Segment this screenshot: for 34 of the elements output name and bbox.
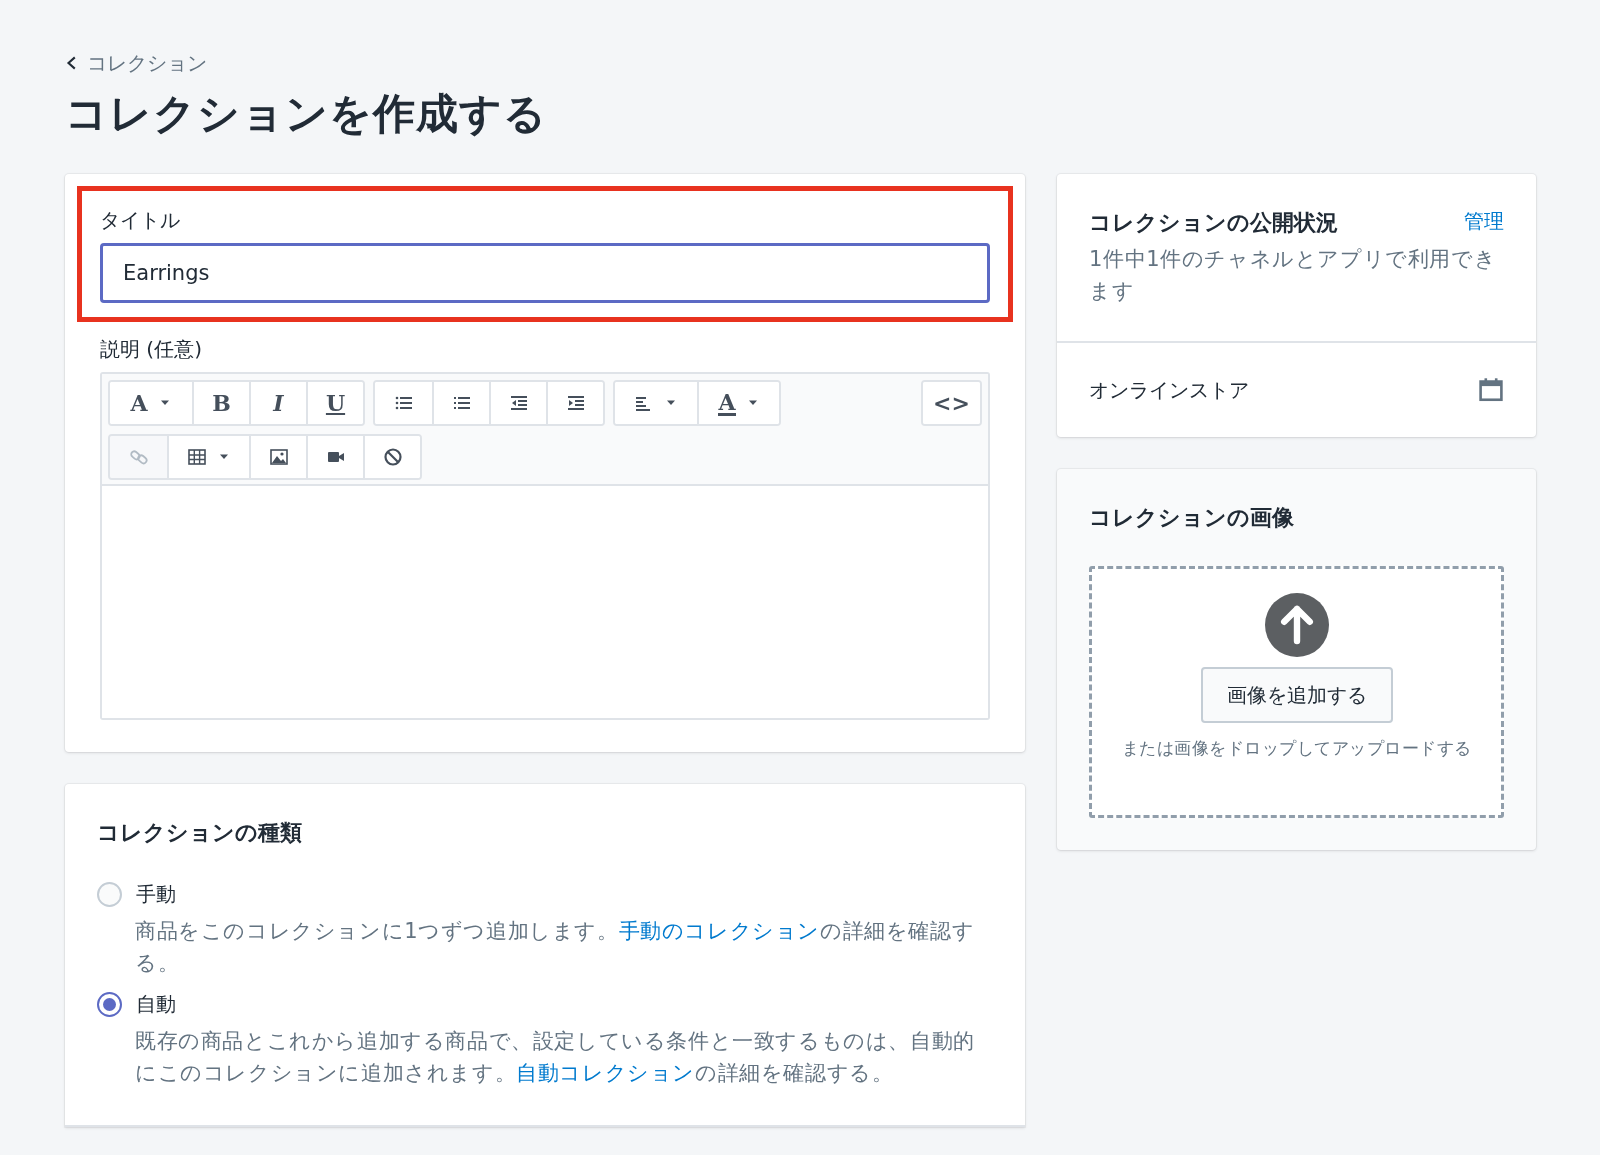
link-icon [128, 447, 149, 467]
back-link[interactable]: コレクション [65, 48, 207, 78]
toolbar-button[interactable]: A [697, 382, 779, 424]
field-label: タイトル [100, 207, 181, 234]
radio-option[interactable]: 手動 [97, 879, 993, 909]
add-image-button[interactable]: 画像を追加する [1200, 667, 1393, 723]
availability-summary: 1件中1件のチャネルとアプリで利用できます [1089, 246, 1498, 305]
title-input[interactable]: Earrings [100, 243, 990, 303]
toolbar-button[interactable]: U [306, 382, 363, 424]
image-drop-zone[interactable]: 画像を追加する または画像をドロップしてアップロードする [1089, 566, 1504, 818]
calendar-icon [1478, 377, 1504, 403]
section-heading: コレクションの画像 [1089, 504, 1295, 532]
help-link[interactable]: 手動のコレクション [618, 919, 820, 943]
section-heading: コレクションの公開状況 [1089, 209, 1338, 237]
toolbar-button[interactable]: <> [923, 382, 980, 424]
field-label: 説明 (任意) [100, 336, 203, 363]
manage-link[interactable]: 管理 [1464, 206, 1504, 236]
page-title: コレクションを作成する [65, 88, 548, 140]
toolbar-button[interactable] [546, 382, 603, 424]
option-description: 既存の商品とこれから追加する商品で、設定している条件と一致するものは、自動的にこのコレクションに追加されます。自動コレクション の詳細を確認する。 [135, 1028, 976, 1087]
drop-hint: または画像をドロップしてアップロードする [1120, 737, 1473, 760]
outdent-icon [508, 393, 529, 413]
toolbar-button[interactable] [363, 436, 420, 478]
option-description: 商品をこのコレクションに1つずつ追加します。手動のコレクション の詳細を確認する。 [135, 918, 976, 977]
schedule-button[interactable] [1478, 377, 1504, 403]
table-icon [187, 447, 207, 467]
section-heading: コレクションの種類 [97, 819, 303, 847]
indent-icon [565, 393, 586, 413]
prohibited-icon [382, 447, 403, 467]
radio-button[interactable] [97, 991, 122, 1017]
image-icon [268, 447, 289, 467]
help-link[interactable]: 自動コレクション [516, 1061, 695, 1085]
radio-option[interactable]: 自動 [97, 989, 993, 1019]
channel-name: オンラインストア [1089, 377, 1249, 404]
